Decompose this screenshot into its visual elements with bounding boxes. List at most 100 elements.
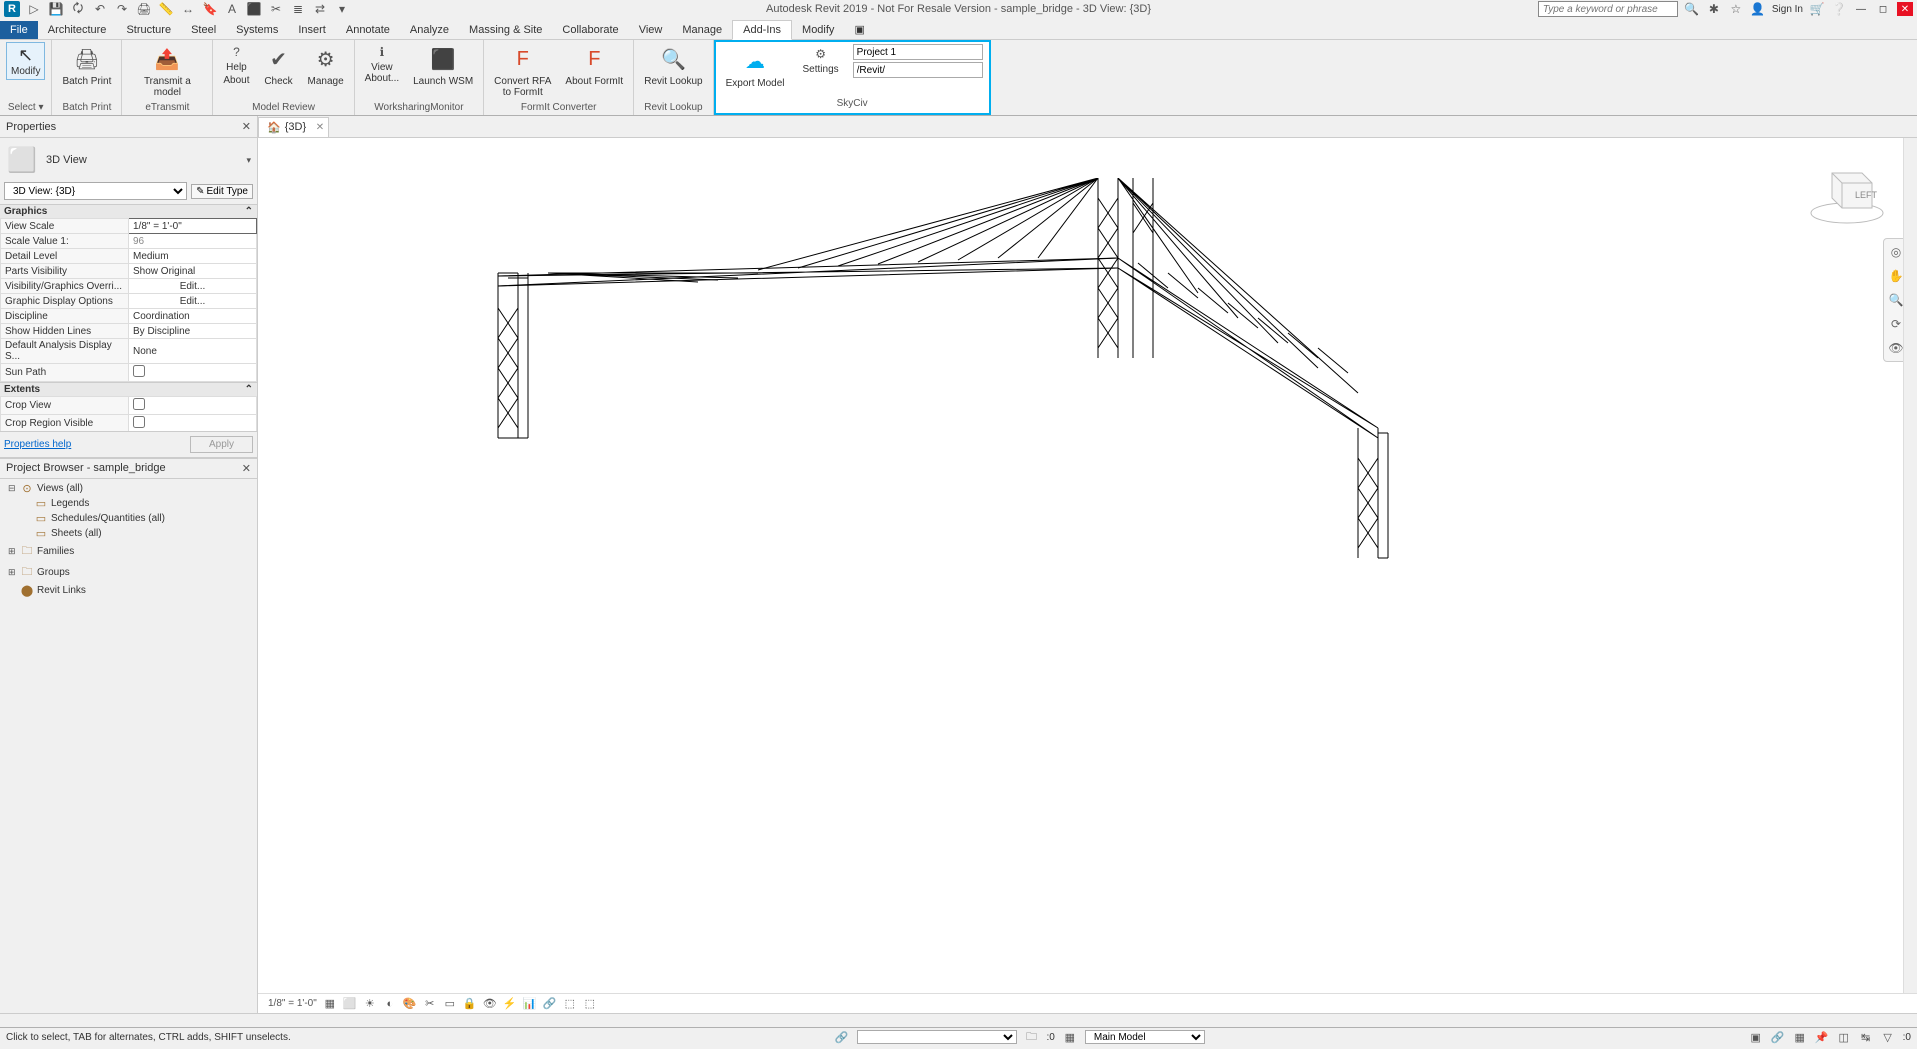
sheet-icon[interactable]: ≣ [290,1,306,17]
transmit-button[interactable]: 📤 Transmit a model [128,42,206,100]
view-scale-display[interactable]: 1/8" = 1'-0" [268,998,317,1009]
vc-detail-icon[interactable]: ▦ [323,997,337,1011]
tab-steel[interactable]: Steel [181,21,226,39]
vc-style-icon[interactable]: ⬜ [343,997,357,1011]
status-design-icon[interactable]: ▦ [1063,1030,1077,1044]
help-button[interactable]: ?HelpAbout [219,42,253,88]
exchange-icon[interactable]: 🛒 [1809,1,1825,17]
extents-group-header[interactable]: Extents⌃ [0,382,257,396]
tab-view[interactable]: View [629,21,673,39]
properties-help-link[interactable]: Properties help [4,439,71,450]
tab-architecture[interactable]: Architecture [38,21,117,39]
vc-shadow-icon[interactable]: ◐ [383,997,397,1011]
pb-item[interactable]: ⊟⊙Views (all) [2,481,255,496]
edit-type-button[interactable]: ✎Edit Type [191,184,253,199]
viewport-vscroll[interactable] [1903,138,1917,993]
user-icon[interactable]: 👤 [1750,1,1766,17]
pb-item[interactable]: ⬤Revit Links [2,583,255,598]
vc-sun-icon[interactable]: ☀ [363,997,377,1011]
skyciv-settings-button[interactable]: ⚙Settings [799,44,843,77]
help-icon[interactable]: ❔ [1831,1,1847,17]
status-zero-icon[interactable]: 🗀 [1025,1030,1039,1044]
horizontal-scrollbar[interactable] [0,1013,1917,1027]
signin-label[interactable]: Sign In [1772,4,1803,15]
open-icon[interactable]: ▷ [26,1,42,17]
vc-lock-icon[interactable]: 🔒 [463,997,477,1011]
sel-filter-icon[interactable]: ▣ [1749,1030,1763,1044]
tab-insert[interactable]: Insert [288,21,336,39]
tab-analyze[interactable]: Analyze [400,21,459,39]
undo-icon[interactable]: ↶ [92,1,108,17]
view-tab-close-icon[interactable]: ✕ [316,122,324,133]
vc-render-icon[interactable]: 🎨 [403,997,417,1011]
vc-temphide-icon[interactable]: 👁 [483,997,497,1011]
minimize-icon[interactable]: — [1853,2,1869,16]
star-icon[interactable]: ☆ [1728,1,1744,17]
pb-item[interactable]: ▭Schedules/Quantities (all) [2,511,255,526]
redo-icon[interactable]: ↷ [114,1,130,17]
3d-icon[interactable]: ⬛ [246,1,262,17]
sync-icon[interactable]: 🗘 [70,1,86,17]
dropdown-icon[interactable]: ▾ [334,1,350,17]
convert-rfa-button[interactable]: FConvert RFA to FormIt [490,42,555,100]
search-icon[interactable]: 🔍 [1684,1,1700,17]
filter-funnel-icon[interactable]: ▽ [1881,1030,1895,1044]
view-about-button[interactable]: ℹView About... [361,42,403,86]
switch-icon[interactable]: ⇄ [312,1,328,17]
batchprint-button[interactable]: 🖨 Batch Print [58,42,115,89]
maximize-icon[interactable]: ◻ [1875,2,1891,16]
view-tab-3d[interactable]: 🏠 {3D} ✕ [258,117,329,137]
tab-file[interactable]: File [0,21,38,39]
skyciv-path-input[interactable] [853,62,983,78]
manage-button[interactable]: ⚙Manage [304,42,348,89]
cropview-checkbox[interactable] [133,398,145,410]
tab-expand-icon[interactable]: ▣ [844,20,874,39]
save-icon[interactable]: 💾 [48,1,64,17]
pb-close-icon[interactable]: ✕ [242,462,251,475]
vc-constraints-icon[interactable]: 🔗 [543,997,557,1011]
cropregion-checkbox[interactable] [133,416,145,428]
tag-icon[interactable]: 🔖 [202,1,218,17]
vc-extra1-icon[interactable]: ⬚ [563,997,577,1011]
about-formit-button[interactable]: FAbout FormIt [561,42,627,89]
sel-underlay-icon[interactable]: ▦ [1793,1030,1807,1044]
modify-button[interactable]: ↖ Modify [6,42,45,80]
close-icon[interactable]: ✕ [1897,2,1913,16]
model-select[interactable]: Main Model [1085,1030,1205,1044]
vc-analytical-icon[interactable]: 📊 [523,997,537,1011]
comm-icon[interactable]: ✱ [1706,1,1722,17]
sel-face-icon[interactable]: ◫ [1837,1030,1851,1044]
tab-structure[interactable]: Structure [116,21,181,39]
pb-item[interactable]: ⊞🗀Groups [2,562,255,583]
expand-icon[interactable]: ⊞ [8,567,17,578]
sel-drag-icon[interactable]: ↹ [1859,1030,1873,1044]
vc-reveal-icon[interactable]: ⚡ [503,997,517,1011]
check-button[interactable]: ✔Check [260,42,298,89]
type-selector[interactable]: ⬜ 3D View ▾ [0,138,257,182]
sel-link-icon[interactable]: 🔗 [1771,1030,1785,1044]
pb-item[interactable]: ▭Sheets (all) [2,526,255,541]
status-link-icon[interactable]: 🔗 [835,1030,849,1044]
export-model-button[interactable]: ☁Export Model [722,44,789,91]
tab-modify[interactable]: Modify [792,21,844,39]
tab-addins[interactable]: Add-Ins [732,20,792,40]
dimension-icon[interactable]: ↔ [180,1,196,17]
sel-pin-icon[interactable]: 📌 [1815,1030,1829,1044]
skyciv-project-input[interactable] [853,44,983,60]
tab-collaborate[interactable]: Collaborate [552,21,628,39]
section-icon[interactable]: ✂ [268,1,284,17]
expand-icon[interactable]: ⊟ [8,483,17,494]
text-icon[interactable]: A [224,1,240,17]
search-input[interactable] [1538,1,1678,17]
revitlookup-button[interactable]: 🔍Revit Lookup [640,42,706,89]
revit-logo-icon[interactable]: R [4,1,20,17]
tab-manage[interactable]: Manage [672,21,732,39]
project-browser-tree[interactable]: ⊟⊙Views (all)▭Legends▭Schedules/Quantiti… [0,479,257,1013]
measure-icon[interactable]: 📏 [158,1,174,17]
pb-item[interactable]: ⊞🗀Families [2,541,255,562]
print-icon[interactable]: 🖨 [136,1,152,17]
vc-extra2-icon[interactable]: ⬚ [583,997,597,1011]
vc-showcrop-icon[interactable]: ▭ [443,997,457,1011]
launchwsm-button[interactable]: ⬛Launch WSM [409,42,477,89]
properties-close-icon[interactable]: ✕ [242,120,251,133]
